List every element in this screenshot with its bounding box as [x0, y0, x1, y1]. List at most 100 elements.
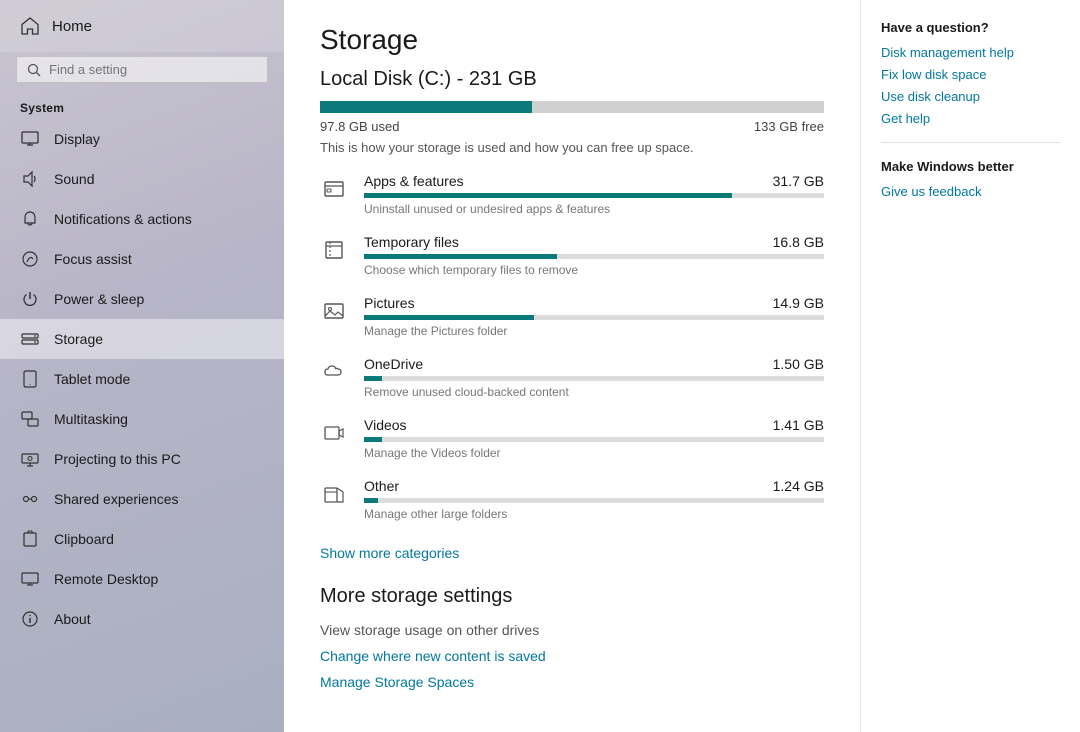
storage-item-temporary-files[interactable]: Temporary files 16.8 GB Choose which tem… — [320, 234, 824, 277]
display-icon — [20, 129, 40, 149]
sound-icon — [20, 169, 40, 189]
sidebar-home[interactable]: Home — [0, 0, 284, 52]
right-link-1[interactable]: Fix low disk space — [881, 67, 1060, 82]
right-panel: Have a question? Disk management help Fix… — [860, 0, 1080, 732]
storage-item-content: Pictures 14.9 GB Manage the Pictures fol… — [364, 295, 824, 338]
have-question-title: Have a question? — [881, 20, 1060, 35]
storage-item-pictures[interactable]: Pictures 14.9 GB Manage the Pictures fol… — [320, 295, 824, 338]
page-title: Storage — [320, 24, 824, 56]
pictures-storage-icon — [320, 297, 348, 325]
storage-item-content: Other 1.24 GB Manage other large folders — [364, 478, 824, 521]
storage-item-content: OneDrive 1.50 GB Remove unused cloud-bac… — [364, 356, 824, 399]
storage-item-desc: Manage the Pictures folder — [364, 324, 824, 338]
tablet-icon — [20, 369, 40, 389]
sidebar-items-container: Display Sound Notifications & actions Fo… — [0, 119, 284, 639]
storage-item-header: Other 1.24 GB — [364, 478, 824, 494]
right-link-0[interactable]: Disk management help — [881, 45, 1060, 60]
power-icon — [20, 289, 40, 309]
change-content-link[interactable]: Change where new content is saved — [320, 648, 824, 664]
storage-item-desc: Manage the Videos folder — [364, 446, 824, 460]
sidebar-item-storage[interactable]: Storage — [0, 319, 284, 359]
storage-item-bar-bg — [364, 254, 824, 259]
apps-storage-icon — [320, 175, 348, 203]
storage-item-apps-&-features[interactable]: Apps & features 31.7 GB Uninstall unused… — [320, 173, 824, 216]
home-icon — [20, 16, 40, 36]
right-link-2[interactable]: Use disk cleanup — [881, 89, 1060, 104]
storage-item-desc: Manage other large folders — [364, 507, 824, 521]
sidebar-item-focus[interactable]: Focus assist — [0, 239, 284, 279]
sidebar-item-display[interactable]: Display — [0, 119, 284, 159]
sidebar-item-projecting[interactable]: Projecting to this PC — [0, 439, 284, 479]
sidebar-item-label-focus: Focus assist — [54, 251, 132, 267]
storage-item-header: Apps & features 31.7 GB — [364, 173, 824, 189]
storage-item-bar-fill — [364, 315, 534, 320]
storage-item-bar-bg — [364, 437, 824, 442]
storage-item-bar-fill — [364, 254, 557, 259]
show-more-link[interactable]: Show more categories — [320, 545, 459, 561]
search-box[interactable] — [16, 56, 268, 83]
storage-item-onedrive[interactable]: OneDrive 1.50 GB Remove unused cloud-bac… — [320, 356, 824, 399]
sidebar-item-sound[interactable]: Sound — [0, 159, 284, 199]
storage-bar-labels: 97.8 GB used 133 GB free — [320, 119, 824, 134]
storage-item-size: 1.50 GB — [773, 356, 824, 372]
sidebar-item-about[interactable]: About — [0, 599, 284, 639]
sidebar-item-remote[interactable]: Remote Desktop — [0, 559, 284, 599]
storage-item-desc: Remove unused cloud-backed content — [364, 385, 824, 399]
storage-bar-container — [320, 101, 824, 113]
storage-item-bar-bg — [364, 498, 824, 503]
sidebar-item-tablet[interactable]: Tablet mode — [0, 359, 284, 399]
view-storage-link[interactable]: View storage usage on other drives — [320, 622, 824, 638]
sidebar-item-label-about: About — [54, 611, 91, 627]
free-label: 133 GB free — [754, 119, 824, 134]
storage-item-content: Temporary files 16.8 GB Choose which tem… — [364, 234, 824, 277]
storage-desc: This is how your storage is used and how… — [320, 140, 824, 155]
notifications-icon — [20, 209, 40, 229]
sidebar-home-label: Home — [52, 18, 92, 35]
storage-item-bar-bg — [364, 193, 824, 198]
sidebar-item-notifications[interactable]: Notifications & actions — [0, 199, 284, 239]
right-divider — [881, 142, 1060, 143]
storage-item-name: OneDrive — [364, 356, 423, 372]
sidebar-item-multitasking[interactable]: Multitasking — [0, 399, 284, 439]
storage-item-header: Temporary files 16.8 GB — [364, 234, 824, 250]
sidebar-item-label-storage: Storage — [54, 331, 103, 347]
storage-item-content: Videos 1.41 GB Manage the Videos folder — [364, 417, 824, 460]
more-storage-title: More storage settings — [320, 585, 824, 608]
storage-item-videos[interactable]: Videos 1.41 GB Manage the Videos folder — [320, 417, 824, 460]
storage-item-size: 31.7 GB — [773, 173, 824, 189]
storage-item-header: Videos 1.41 GB — [364, 417, 824, 433]
sidebar-item-label-notifications: Notifications & actions — [54, 211, 192, 227]
storage-item-name: Temporary files — [364, 234, 459, 250]
disk-title: Local Disk (C:) - 231 GB — [320, 68, 824, 91]
sidebar-item-label-display: Display — [54, 131, 100, 147]
storage-item-bar-fill — [364, 376, 382, 381]
videos-storage-icon — [320, 419, 348, 447]
temp-storage-icon — [320, 236, 348, 264]
manage-spaces-link[interactable]: Manage Storage Spaces — [320, 674, 824, 690]
search-input[interactable] — [49, 62, 257, 77]
sidebar-item-power[interactable]: Power & sleep — [0, 279, 284, 319]
storage-item-other[interactable]: Other 1.24 GB Manage other large folders — [320, 478, 824, 521]
remote-icon — [20, 569, 40, 589]
sidebar-item-clipboard[interactable]: Clipboard — [0, 519, 284, 559]
storage-item-desc: Choose which temporary files to remove — [364, 263, 824, 277]
system-section-label: System — [0, 95, 284, 119]
storage-item-bar-bg — [364, 315, 824, 320]
storage-item-bar-bg — [364, 376, 824, 381]
storage-item-header: OneDrive 1.50 GB — [364, 356, 824, 372]
feedback-link[interactable]: Give us feedback — [881, 184, 1060, 199]
storage-item-desc: Uninstall unused or undesired apps & fea… — [364, 202, 824, 216]
sidebar-item-label-shared: Shared experiences — [54, 491, 179, 507]
right-links-container: Disk management help Fix low disk space Us… — [881, 45, 1060, 126]
right-link-3[interactable]: Get help — [881, 111, 1060, 126]
about-icon — [20, 609, 40, 629]
storage-item-name: Apps & features — [364, 173, 464, 189]
storage-item-name: Other — [364, 478, 399, 494]
make-better-title: Make Windows better — [881, 159, 1060, 174]
sidebar-item-label-remote: Remote Desktop — [54, 571, 158, 587]
storage-item-size: 16.8 GB — [773, 234, 824, 250]
storage-icon — [20, 329, 40, 349]
clipboard-icon — [20, 529, 40, 549]
storage-item-bar-fill — [364, 498, 378, 503]
sidebar-item-shared[interactable]: Shared experiences — [0, 479, 284, 519]
